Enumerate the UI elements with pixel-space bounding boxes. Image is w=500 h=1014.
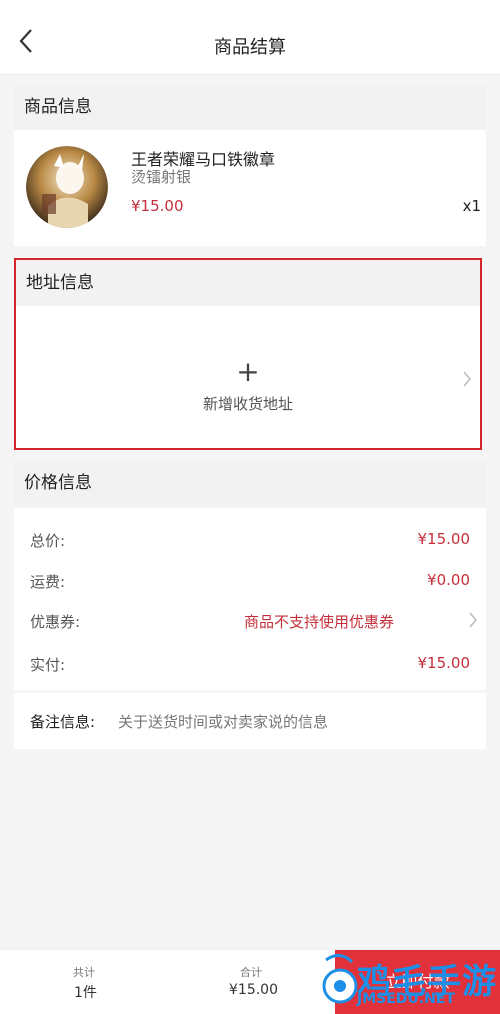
shipping-label: 运费: <box>30 573 66 591</box>
top-bar: 商品结算 <box>0 0 500 75</box>
paid-label: 实付: <box>30 656 66 674</box>
plus-icon: + <box>236 355 260 388</box>
chevron-right-icon <box>463 371 471 387</box>
total-price-value: ¥15.00 <box>417 530 471 548</box>
product-thumbnail <box>26 146 108 228</box>
page-title: 商品结算 <box>214 37 286 58</box>
count-label: 共计 <box>73 966 95 979</box>
add-address-card[interactable]: 地址信息 + 新增收货地址 <box>14 258 482 450</box>
remark-label: 备注信息: <box>30 713 96 731</box>
coupon-label: 优惠券: <box>30 613 81 631</box>
shipping-row: 运费: ¥0.00 <box>30 571 470 595</box>
product-section-title: 商品信息 <box>14 84 486 130</box>
product-price: ¥15.00 <box>131 197 184 215</box>
shipping-value: ¥0.00 <box>427 571 470 589</box>
total-value: ¥15.00 <box>229 982 278 998</box>
price-section-title: 价格信息 <box>14 460 486 506</box>
coupon-value[interactable]: 商品不支持使用优惠券 <box>244 611 394 632</box>
total-price-row: 总价: ¥15.00 <box>30 530 470 554</box>
product-quantity: x1 <box>462 197 481 215</box>
add-address-label: 新增收货地址 <box>202 395 293 413</box>
paid-value: ¥15.00 <box>417 654 471 672</box>
total-price-label: 总价: <box>30 532 66 550</box>
product-variant: 烫镭射银 <box>131 168 192 186</box>
paid-row: 实付: ¥15.00 <box>30 654 470 678</box>
address-section-title: 地址信息 <box>16 260 480 306</box>
chevron-right-icon <box>469 612 477 628</box>
total-label: 合计 <box>240 966 262 979</box>
watermark-url: JMSEDU.NET <box>357 991 455 1007</box>
remark-input[interactable]: 关于送货时间或对卖家说的信息 <box>118 711 328 732</box>
count-value: 1件 <box>74 985 97 1001</box>
